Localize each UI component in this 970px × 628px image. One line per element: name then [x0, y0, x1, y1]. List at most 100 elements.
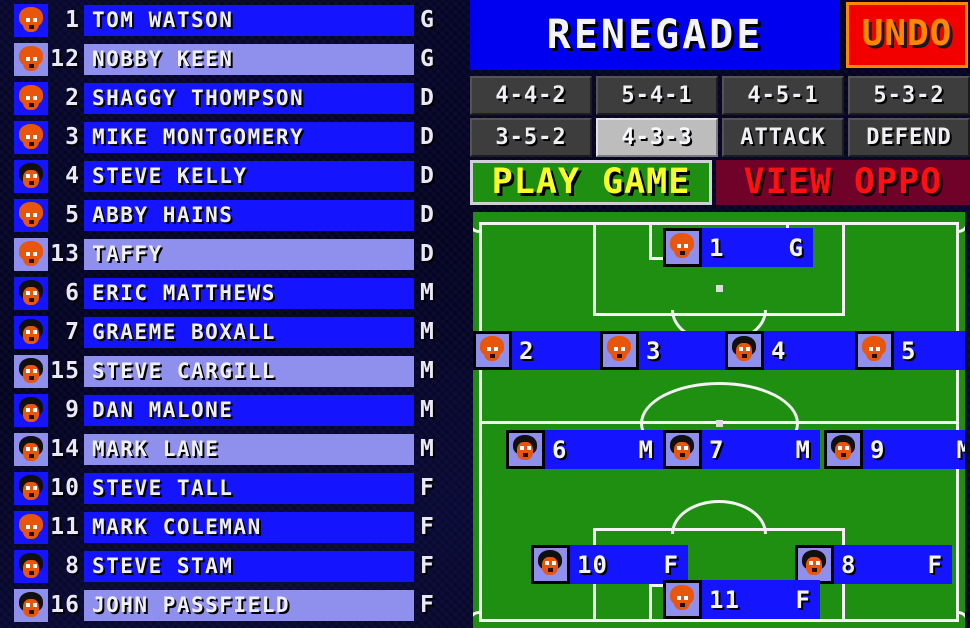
chip-position: M	[795, 435, 811, 464]
roster-player-position: D	[420, 202, 434, 228]
roster-player-number: 7	[65, 319, 80, 345]
pitch-player-chip[interactable]: 11 F	[663, 580, 820, 619]
face	[23, 92, 39, 110]
chip-position: M	[956, 435, 965, 464]
formation-button-4-5-1[interactable]: 4-5-1	[722, 76, 844, 115]
roster-row[interactable]: 6 ERIC MATTHEWS M	[0, 274, 470, 313]
roster-row[interactable]: 9 DAN MALONE M	[0, 391, 470, 430]
chip-position: F	[927, 550, 943, 579]
undo-button[interactable]: UNDO	[846, 2, 968, 68]
roster-row[interactable]: 7 GRAEME BOXALL M	[0, 313, 470, 352]
play-game-button[interactable]: PLAY GAME	[470, 160, 712, 205]
pitch-player-chip[interactable]: 10 F	[531, 545, 688, 584]
formation-row-1: 4-4-2 5-4-1 4-5-1 5-3-2	[470, 76, 970, 115]
formation-button-5-3-2[interactable]: 5-3-2	[848, 76, 970, 115]
player-roster-list[interactable]: 1 TOM WATSON G 12 NOBBY KEEN G 2 SHAGGY THOMPSO…	[0, 0, 470, 628]
chip-portrait	[795, 545, 834, 584]
eye-left	[26, 447, 30, 451]
chip-number: 3	[646, 336, 662, 365]
roster-row[interactable]: 1 TOM WATSON G	[0, 1, 470, 40]
roster-row[interactable]: 8 STEVE STAM F	[0, 547, 470, 586]
roster-player-position: D	[420, 163, 434, 189]
roster-row[interactable]: 12 NOBBY KEEN G	[0, 40, 470, 79]
face	[23, 14, 39, 32]
roster-player-portrait	[14, 121, 48, 154]
eye-right	[33, 603, 37, 607]
player-head-icon	[607, 336, 631, 363]
mouth	[29, 571, 34, 575]
roster-row[interactable]: 2 SHAGGY THOMPSON D	[0, 79, 470, 118]
roster-row[interactable]: 16 JOHN PASSFIELD F	[0, 586, 470, 625]
eye-left	[26, 174, 30, 178]
roster-row[interactable]: 10 STEVE TALL F	[0, 469, 470, 508]
view-opponent-button[interactable]: VIEW OPPO	[716, 160, 970, 205]
face	[23, 209, 39, 227]
formation-button-5-4-1[interactable]: 5-4-1	[596, 76, 718, 115]
mouth	[872, 354, 877, 358]
roster-row[interactable]: 4 STEVE KELLY D	[0, 157, 470, 196]
player-head-icon	[19, 514, 43, 541]
pitch-player-chip[interactable]: 6M	[506, 430, 663, 469]
roster-name-bar: TAFFY	[84, 239, 414, 270]
roster-name-bar: MIKE MONTGOMERY	[84, 122, 414, 153]
formation-button-attack[interactable]: ATTACK	[722, 118, 844, 157]
penalty-spot-top	[716, 285, 723, 292]
pitch-player-chip[interactable]: 8F	[795, 545, 952, 584]
roster-row[interactable]: 15 STEVE CARGILL M	[0, 352, 470, 391]
roster-row[interactable]: 14 MARK LANE M	[0, 430, 470, 469]
chip-portrait	[855, 331, 894, 370]
formation-button-4-4-2[interactable]: 4-4-2	[470, 76, 592, 115]
roster-player-position: D	[420, 241, 434, 267]
roster-player-portrait	[14, 433, 48, 466]
eye-left	[838, 446, 842, 450]
pitch-player-chip[interactable]: 7M	[663, 430, 820, 469]
formation-button-defend[interactable]: DEFEND	[848, 118, 970, 157]
roster-player-position: M	[420, 436, 434, 462]
player-head-icon	[19, 358, 43, 385]
eye-right	[621, 347, 625, 351]
mouth	[812, 568, 817, 572]
pitch-player-chip[interactable]: 1G	[663, 228, 813, 267]
pitch-player-chip[interactable]: 5D	[855, 331, 965, 370]
player-head-icon	[670, 233, 694, 260]
mouth	[29, 610, 34, 614]
pitch-formation-view[interactable]: 1G2D3D4D5D6M7M9M10F8F11F	[473, 212, 965, 628]
roster-player-number: 6	[65, 280, 80, 306]
chip-position: F	[663, 550, 679, 579]
roster-row[interactable]: 3 MIKE MONTGOMERY D	[0, 118, 470, 157]
player-head-icon	[19, 319, 43, 346]
mouth	[680, 251, 685, 255]
eye-left	[520, 446, 524, 450]
face	[674, 442, 690, 460]
player-head-icon	[538, 550, 562, 577]
title-background: RENEGADE	[470, 0, 840, 70]
eye-left	[26, 57, 30, 61]
player-head-icon	[862, 336, 886, 363]
pitch-player-chip[interactable]: 9M	[824, 430, 965, 469]
mouth	[29, 298, 34, 302]
face	[23, 599, 39, 617]
chip-bar: 6M	[545, 430, 663, 469]
roster-player-position: F	[420, 592, 434, 618]
mouth	[617, 354, 622, 358]
eye-right	[33, 135, 37, 139]
roster-player-portrait	[14, 4, 48, 37]
eye-left	[26, 486, 30, 490]
chip-portrait	[506, 430, 545, 469]
eye-right	[527, 446, 531, 450]
roster-player-name: MARK LANE	[92, 437, 220, 461]
formation-button-3-5-2[interactable]: 3-5-2	[470, 118, 592, 157]
mouth	[29, 532, 34, 536]
face	[23, 53, 39, 71]
roster-row[interactable]: 5 ABBY HAINS D	[0, 196, 470, 235]
eye-left	[26, 96, 30, 100]
roster-player-portrait	[14, 82, 48, 115]
roster-player-position: D	[420, 85, 434, 111]
roster-player-name: NOBBY KEEN	[92, 47, 234, 71]
formation-button-4-3-3[interactable]: 4-3-3	[596, 118, 718, 157]
roster-row[interactable]: 13 TAFFY D	[0, 235, 470, 274]
roster-player-number: 5	[65, 202, 80, 228]
face	[23, 443, 39, 461]
roster-row[interactable]: 11 MARK COLEMAN F	[0, 508, 470, 547]
eye-right	[33, 18, 37, 22]
